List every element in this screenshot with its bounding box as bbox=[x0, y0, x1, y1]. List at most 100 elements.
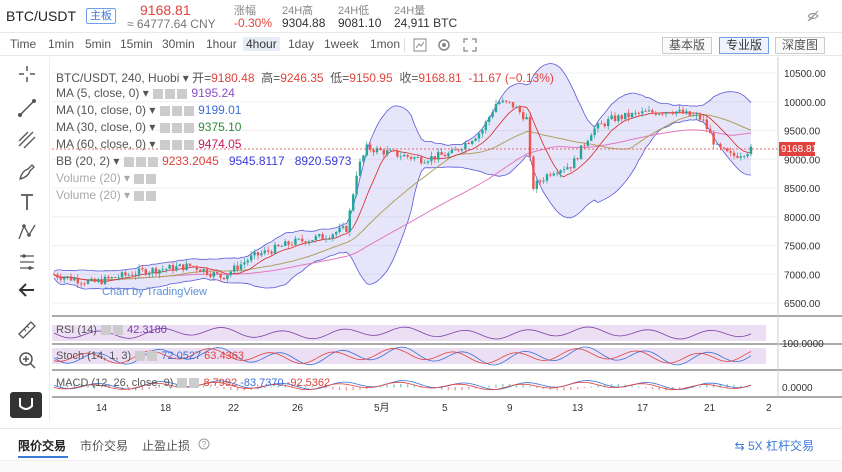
candle-body bbox=[600, 123, 603, 125]
settings-icon[interactable] bbox=[101, 325, 112, 336]
close-icon[interactable] bbox=[183, 139, 194, 150]
legend-volume[interactable]: Volume (20) ▾ bbox=[56, 188, 157, 202]
visibility-icon[interactable] bbox=[134, 173, 145, 184]
visibility-icon[interactable] bbox=[153, 88, 164, 99]
close-icon[interactable] bbox=[177, 88, 188, 99]
tab-market[interactable]: 市价交易 bbox=[80, 437, 128, 454]
leverage-link[interactable]: ⇆ 5X 杠杆交易 bbox=[735, 437, 814, 454]
candle-body bbox=[525, 116, 528, 120]
close-icon[interactable] bbox=[183, 105, 194, 116]
candle-body bbox=[695, 115, 698, 116]
macd-bar bbox=[454, 387, 456, 391]
settings-icon[interactable] bbox=[171, 122, 182, 133]
candle-body bbox=[654, 112, 657, 115]
legend-ma60[interactable]: MA (60, close, 0) ▾ 9474.05 bbox=[56, 137, 241, 151]
legend-ma10[interactable]: MA (10, close, 0) ▾ 9199.01 bbox=[56, 103, 241, 117]
tf-1min[interactable]: 1min bbox=[48, 37, 74, 51]
candle-body bbox=[423, 162, 426, 164]
fullscreen-icon[interactable] bbox=[462, 37, 478, 53]
settings-icon[interactable] bbox=[135, 156, 146, 167]
candle-body bbox=[413, 157, 416, 159]
legend-ma30[interactable]: MA (30, close, 0) ▾ 9375.10 bbox=[56, 120, 241, 134]
close-icon[interactable] bbox=[183, 122, 194, 133]
settings-icon[interactable] bbox=[135, 351, 146, 362]
tab-limit[interactable]: 限价交易 bbox=[18, 437, 66, 454]
chart-area[interactable]: 10500.00 10000.00 9500.00 9000.00 8500.00 800… bbox=[52, 57, 842, 422]
close-icon[interactable] bbox=[146, 173, 157, 184]
candle-body bbox=[396, 150, 399, 157]
measure-icon[interactable] bbox=[16, 251, 38, 273]
macd-legend[interactable]: MACD (12, 26, close, 9) 8.7992 -83.7370 … bbox=[56, 377, 330, 389]
back-arrow-icon[interactable] bbox=[16, 279, 38, 301]
tab-stop[interactable]: 止盈止损 bbox=[142, 437, 190, 454]
legend-bb[interactable]: BB (20, 2) ▾ 9233.2045 9545.8117 8920.59… bbox=[56, 154, 351, 168]
crosshair-icon[interactable] bbox=[16, 63, 38, 85]
price-tick-label: 7000.00 bbox=[784, 270, 821, 281]
close-icon[interactable] bbox=[189, 378, 200, 389]
settings-icon[interactable] bbox=[165, 88, 176, 99]
candle-body bbox=[246, 260, 249, 263]
candle-body bbox=[324, 238, 328, 240]
tf-30min[interactable]: 30min bbox=[162, 37, 195, 51]
visibility-icon[interactable] bbox=[134, 190, 145, 201]
tf-1week[interactable]: 1week bbox=[324, 37, 359, 51]
magnet-icon[interactable] bbox=[10, 392, 42, 418]
fib-icon[interactable] bbox=[16, 129, 38, 151]
candle-body bbox=[185, 263, 188, 271]
indicator-icon[interactable] bbox=[412, 37, 428, 53]
pair-name[interactable]: BTC/USDT bbox=[6, 8, 76, 24]
tf-4hour[interactable]: 4hour bbox=[243, 37, 280, 51]
tf-1day[interactable]: 1day bbox=[288, 37, 314, 51]
zoom-icon[interactable] bbox=[16, 349, 38, 371]
close-icon[interactable] bbox=[147, 156, 158, 167]
candle-body bbox=[576, 158, 579, 160]
candle-body bbox=[511, 102, 515, 108]
tf-15min[interactable]: 15min bbox=[120, 37, 153, 51]
candle-body bbox=[212, 272, 215, 277]
help-icon[interactable]: ? bbox=[198, 438, 210, 450]
candle-body bbox=[539, 180, 542, 182]
indicator-name: MA (60, close, 0) bbox=[56, 137, 147, 151]
close-icon[interactable] bbox=[113, 325, 124, 336]
tf-1hour[interactable]: 1hour bbox=[206, 37, 237, 51]
volume-value: 24,911 BTC bbox=[394, 16, 458, 30]
settings-icon[interactable] bbox=[177, 378, 188, 389]
macd-bar bbox=[706, 385, 708, 388]
tf-5min[interactable]: 5min bbox=[85, 37, 111, 51]
collapse-icon[interactable]: ▾ bbox=[183, 71, 192, 85]
low-label: 低= bbox=[330, 71, 350, 85]
legend-ma5[interactable]: MA (5, close, 0) ▾ 9195.24 bbox=[56, 86, 235, 100]
high-label: 高= bbox=[261, 71, 281, 85]
brush-icon[interactable] bbox=[16, 161, 38, 183]
ruler-icon[interactable] bbox=[16, 319, 38, 341]
close-icon[interactable] bbox=[146, 190, 157, 201]
candle-body bbox=[528, 116, 532, 157]
pattern-icon[interactable] bbox=[16, 221, 38, 243]
tf-1mon[interactable]: 1mon bbox=[370, 37, 400, 51]
trend-line-icon[interactable] bbox=[16, 97, 38, 119]
visibility-icon[interactable] bbox=[159, 122, 170, 133]
macd-bar bbox=[536, 387, 538, 388]
visibility-icon[interactable] bbox=[159, 139, 170, 150]
visibility-icon[interactable] bbox=[123, 156, 134, 167]
tf-time[interactable]: Time bbox=[10, 37, 36, 51]
macd-bar bbox=[644, 387, 647, 389]
version-depth[interactable]: 深度图 bbox=[775, 37, 826, 54]
macd-bar bbox=[406, 384, 409, 388]
text-icon[interactable] bbox=[16, 191, 38, 213]
settings-icon[interactable] bbox=[171, 139, 182, 150]
version-pro[interactable]: 专业版 bbox=[719, 37, 770, 54]
legend-volume[interactable]: Volume (20) ▾ bbox=[56, 171, 157, 185]
close-icon[interactable] bbox=[147, 351, 158, 362]
settings-icon[interactable] bbox=[436, 37, 452, 53]
candle-body bbox=[746, 154, 749, 157]
candle-body bbox=[719, 143, 722, 148]
visibility-icon[interactable] bbox=[159, 105, 170, 116]
hide-icon[interactable] bbox=[806, 9, 820, 23]
version-basic[interactable]: 基本版 bbox=[662, 37, 713, 54]
macd-bar bbox=[522, 385, 524, 388]
candle-body bbox=[685, 111, 688, 114]
rsi-legend[interactable]: RSI (14) 42.3180 bbox=[56, 324, 167, 336]
settings-icon[interactable] bbox=[171, 105, 182, 116]
stoch-legend[interactable]: Stoch (14, 1, 3) 72.0527 63.4363 bbox=[56, 350, 244, 362]
